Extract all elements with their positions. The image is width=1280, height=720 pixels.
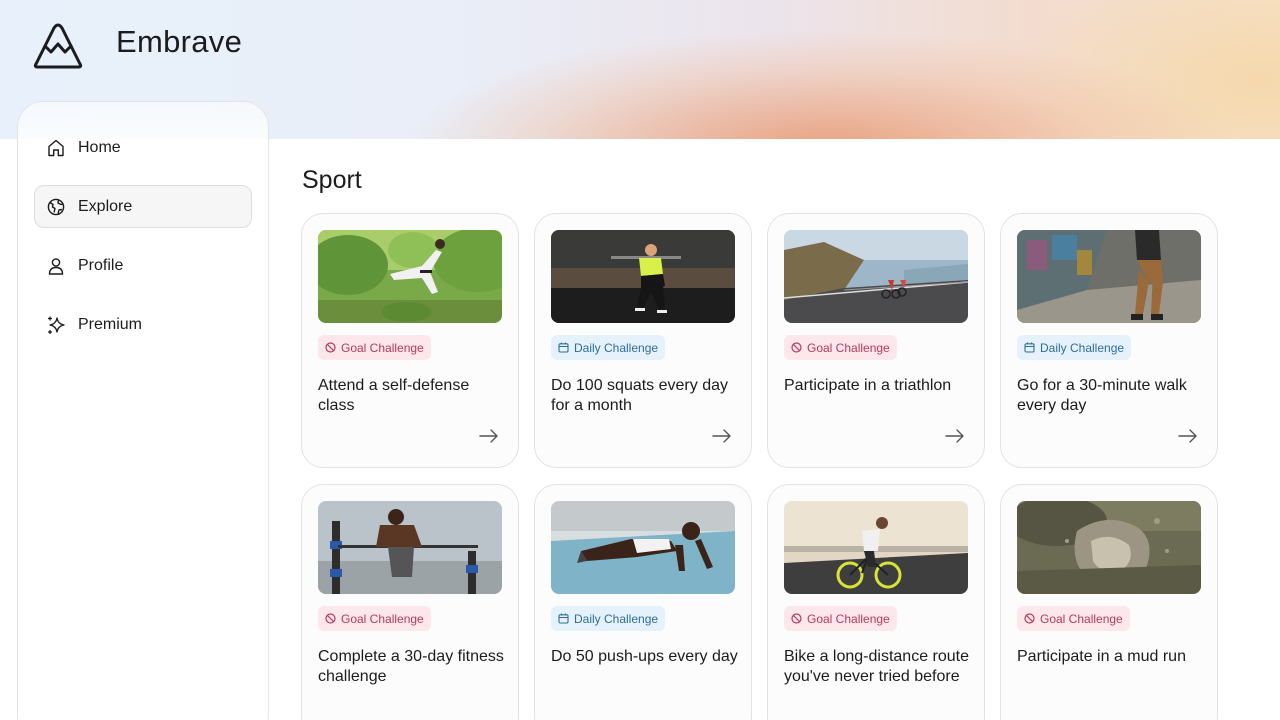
- sidebar-item-explore[interactable]: Explore: [34, 185, 252, 228]
- badge-label: Daily Challenge: [574, 611, 659, 626]
- card-title: Do 50 push-ups every day: [551, 648, 738, 665]
- sidebar-item-label: Explore: [78, 197, 133, 215]
- daily-challenge-badge: Daily Challenge: [551, 335, 666, 360]
- daily-challenge-badge: Daily Challenge: [551, 606, 666, 631]
- goal-challenge-badge: Goal Challenge: [784, 606, 897, 631]
- card-title: Participate in a mud run: [1017, 648, 1186, 665]
- parallel-bars-dip-photo: [318, 501, 502, 594]
- challenge-card[interactable]: Goal Challenge Participate in a triathlo…: [767, 213, 985, 468]
- badge-label: Goal Challenge: [1040, 611, 1123, 626]
- sparkles-icon: [46, 315, 66, 335]
- card-title: Complete a 30-day fitness challenge: [318, 648, 504, 685]
- badge-label: Daily Challenge: [1040, 340, 1125, 355]
- target-icon: [1024, 613, 1035, 624]
- mud-run-splash-photo: [1017, 501, 1201, 594]
- push-up-photo: [551, 501, 735, 594]
- squat-workout-photo: [551, 230, 735, 323]
- challenge-card[interactable]: Goal Challenge Participate in a mud run: [1000, 484, 1218, 720]
- challenge-card[interactable]: Goal Challenge Complete a 30-day fitness…: [301, 484, 519, 720]
- section-title: Sport: [302, 166, 362, 194]
- challenge-card[interactable]: Daily Challenge Do 50 push-ups every day: [534, 484, 752, 720]
- goal-challenge-badge: Goal Challenge: [318, 335, 431, 360]
- road-bike-sunset-photo: [784, 501, 968, 594]
- walking-street-photo: [1017, 230, 1201, 323]
- goal-challenge-badge: Goal Challenge: [1017, 606, 1130, 631]
- goal-challenge-badge: Goal Challenge: [784, 335, 897, 360]
- calendar-icon: [558, 342, 569, 353]
- arrow-right-icon[interactable]: [478, 428, 500, 444]
- goal-challenge-badge: Goal Challenge: [318, 606, 431, 631]
- arrow-right-icon[interactable]: [1177, 428, 1199, 444]
- card-title: Participate in a triathlon: [784, 377, 952, 394]
- mountain-logo-icon: [33, 23, 83, 69]
- badge-label: Goal Challenge: [341, 340, 424, 355]
- arrow-right-icon[interactable]: [944, 428, 966, 444]
- user-icon: [46, 256, 66, 276]
- target-icon: [325, 613, 336, 624]
- card-title: Go for a 30-minute walk every day: [1017, 377, 1187, 414]
- challenge-card[interactable]: Goal Challenge Bike a long-distance rout…: [767, 484, 985, 720]
- sidebar: Home Explore Profile Premium: [17, 101, 269, 720]
- sidebar-item-premium[interactable]: Premium: [34, 303, 252, 346]
- calendar-icon: [1024, 342, 1035, 353]
- daily-challenge-badge: Daily Challenge: [1017, 335, 1132, 360]
- challenge-card[interactable]: Goal Challenge Attend a self-defense cla…: [301, 213, 519, 468]
- sidebar-item-label: Profile: [78, 256, 124, 274]
- badge-label: Goal Challenge: [807, 340, 890, 355]
- card-title: Bike a long-distance route you've never …: [784, 648, 969, 685]
- sidebar-item-home[interactable]: Home: [34, 126, 252, 169]
- target-icon: [791, 342, 802, 353]
- globe-icon: [46, 197, 66, 217]
- sidebar-item-profile[interactable]: Profile: [34, 244, 252, 287]
- arrow-right-icon[interactable]: [711, 428, 733, 444]
- badge-label: Goal Challenge: [341, 611, 424, 626]
- target-icon: [325, 342, 336, 353]
- badge-label: Goal Challenge: [807, 611, 890, 626]
- sidebar-item-label: Home: [78, 138, 121, 156]
- badge-label: Daily Challenge: [574, 340, 659, 355]
- martial-arts-kick-photo: [318, 230, 502, 323]
- challenge-card[interactable]: Daily Challenge Do 100 squats every day …: [534, 213, 752, 468]
- brand-name[interactable]: Embrave: [116, 24, 242, 60]
- calendar-icon: [558, 613, 569, 624]
- challenge-card[interactable]: Daily Challenge Go for a 30-minute walk …: [1000, 213, 1218, 468]
- embrave-logo[interactable]: [30, 20, 86, 70]
- target-icon: [791, 613, 802, 624]
- home-icon: [46, 138, 66, 158]
- sidebar-item-label: Premium: [78, 315, 143, 333]
- cyclists-coastal-road-photo: [784, 230, 968, 323]
- card-title: Attend a self-defense class: [318, 377, 470, 414]
- card-title: Do 100 squats every day for a month: [551, 377, 728, 414]
